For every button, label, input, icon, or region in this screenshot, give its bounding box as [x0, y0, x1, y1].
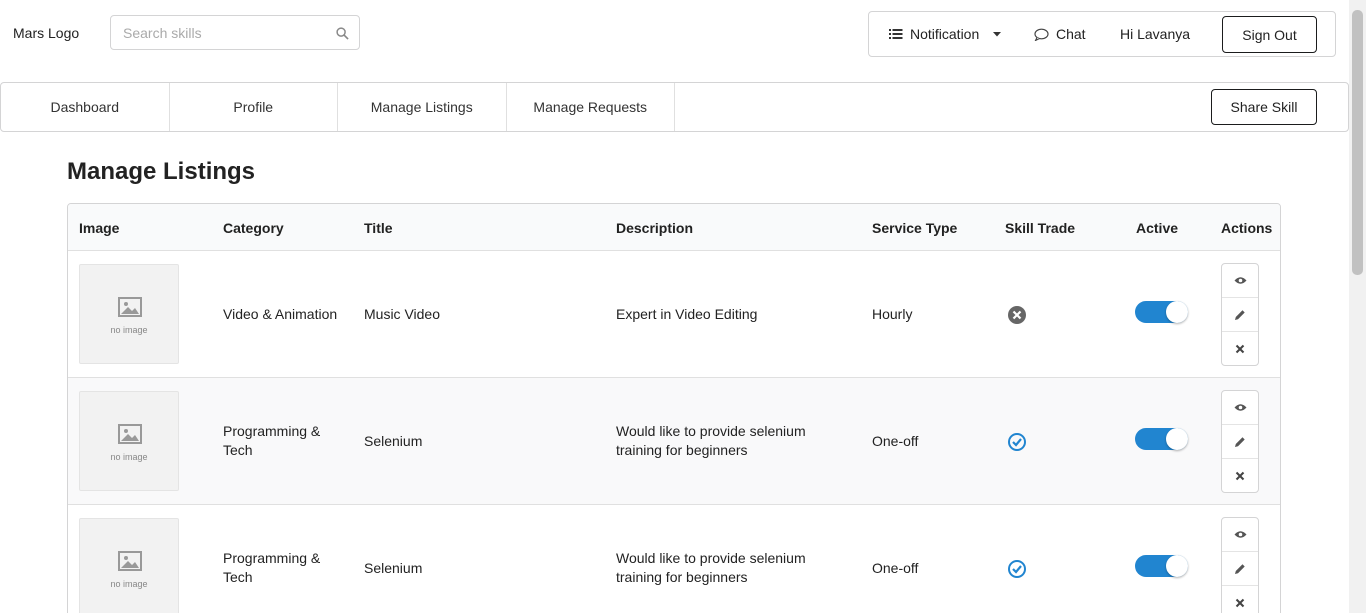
actions-group [1221, 517, 1259, 613]
main-nav: Dashboard Profile Manage Listings Manage… [0, 82, 1349, 132]
page-title: Manage Listings [67, 158, 256, 185]
cell-description: Would like to provide selenium training … [616, 423, 806, 458]
view-button[interactable] [1222, 518, 1258, 552]
delete-button[interactable] [1222, 586, 1258, 613]
chat-bubble-icon [1034, 28, 1049, 41]
column-header-title: Title [364, 220, 393, 236]
nav-item-manage-listings[interactable]: Manage Listings [338, 83, 507, 131]
cell-service-type: One-off [872, 433, 919, 449]
listing-image: no image [79, 264, 179, 364]
cell-title: Selenium [364, 433, 423, 449]
close-icon [1235, 471, 1245, 481]
active-toggle[interactable] [1135, 301, 1188, 323]
column-header-actions: Actions [1221, 220, 1273, 236]
scrollbar-thumb[interactable] [1352, 10, 1363, 275]
eye-icon [1234, 404, 1246, 411]
eye-icon [1234, 277, 1246, 284]
image-placeholder-icon [118, 424, 142, 444]
listing-image: no image [79, 391, 179, 491]
view-button[interactable] [1222, 391, 1258, 425]
image-placeholder-icon [118, 551, 142, 571]
actions-group [1221, 263, 1259, 366]
edit-button[interactable] [1222, 425, 1258, 459]
cell-description: Would like to provide selenium training … [616, 550, 806, 585]
cell-title: Music Video [364, 306, 441, 322]
listing-image: no image [79, 518, 179, 613]
cell-category: Video & Animation [223, 306, 338, 322]
check-circle-icon [1008, 433, 1026, 451]
search-icon[interactable] [336, 27, 349, 40]
user-menu: Notification Chat Hi Lavanya Sign Out [868, 11, 1336, 57]
pencil-icon [1235, 309, 1245, 320]
cell-category: Programming & Tech [223, 423, 321, 458]
column-header-description: Description [616, 220, 694, 236]
page-scrollbar[interactable] [1349, 0, 1366, 613]
chat-label: Chat [1056, 26, 1086, 42]
table-header: Image Category Title Description Service… [68, 204, 1280, 251]
edit-button[interactable] [1222, 552, 1258, 586]
close-icon [1235, 598, 1245, 608]
no-image-text: no image [110, 452, 148, 462]
cell-description: Expert in Video Editing [616, 306, 758, 322]
pencil-icon [1235, 436, 1245, 447]
cell-category: Programming & Tech [223, 550, 321, 585]
column-header-skill-trade: Skill Trade [1005, 220, 1076, 236]
no-image-text: no image [110, 579, 148, 589]
column-header-image: Image [79, 220, 120, 236]
close-icon [1235, 344, 1245, 354]
view-button[interactable] [1222, 264, 1258, 298]
search-box [110, 15, 360, 50]
table-row: no image Video & Animation Music Video E… [68, 251, 1280, 378]
list-icon [889, 29, 903, 39]
listings-table: Image Category Title Description Service… [67, 203, 1281, 613]
notification-label: Notification [910, 26, 980, 42]
nav-item-manage-requests[interactable]: Manage Requests [507, 83, 675, 131]
column-header-category: Category [223, 220, 284, 236]
cell-service-type: Hourly [872, 306, 913, 322]
edit-button[interactable] [1222, 298, 1258, 332]
chat-link[interactable]: Chat [1034, 26, 1086, 42]
no-image-text: no image [110, 325, 148, 335]
mars-logo[interactable]: Mars Logo [13, 25, 79, 41]
column-header-service-type: Service Type [872, 220, 958, 236]
actions-group [1221, 390, 1259, 493]
table-row: no image Programming & Tech Selenium Wou… [68, 378, 1280, 505]
nav-item-profile[interactable]: Profile [170, 83, 338, 131]
delete-button[interactable] [1222, 332, 1258, 366]
pencil-icon [1235, 563, 1245, 574]
check-circle-icon [1008, 560, 1026, 578]
table-row: no image Programming & Tech Selenium Wou… [68, 505, 1280, 613]
user-greeting: Hi Lavanya [1120, 26, 1191, 42]
notification-dropdown[interactable]: Notification [889, 26, 1004, 42]
active-toggle[interactable] [1135, 555, 1188, 577]
active-toggle[interactable] [1135, 428, 1188, 450]
cell-title: Selenium [364, 560, 423, 576]
image-placeholder-icon [118, 297, 142, 317]
sign-out-button[interactable]: Sign Out [1222, 16, 1317, 53]
cross-circle-icon [1008, 306, 1026, 324]
nav-item-dashboard[interactable]: Dashboard [1, 83, 170, 131]
cell-service-type: One-off [872, 560, 919, 576]
column-header-active: Active [1136, 220, 1179, 236]
delete-button[interactable] [1222, 459, 1258, 493]
eye-icon [1234, 531, 1246, 538]
search-input[interactable] [111, 16, 326, 49]
caret-down-icon [993, 32, 1002, 37]
share-skill-button[interactable]: Share Skill [1211, 89, 1317, 125]
